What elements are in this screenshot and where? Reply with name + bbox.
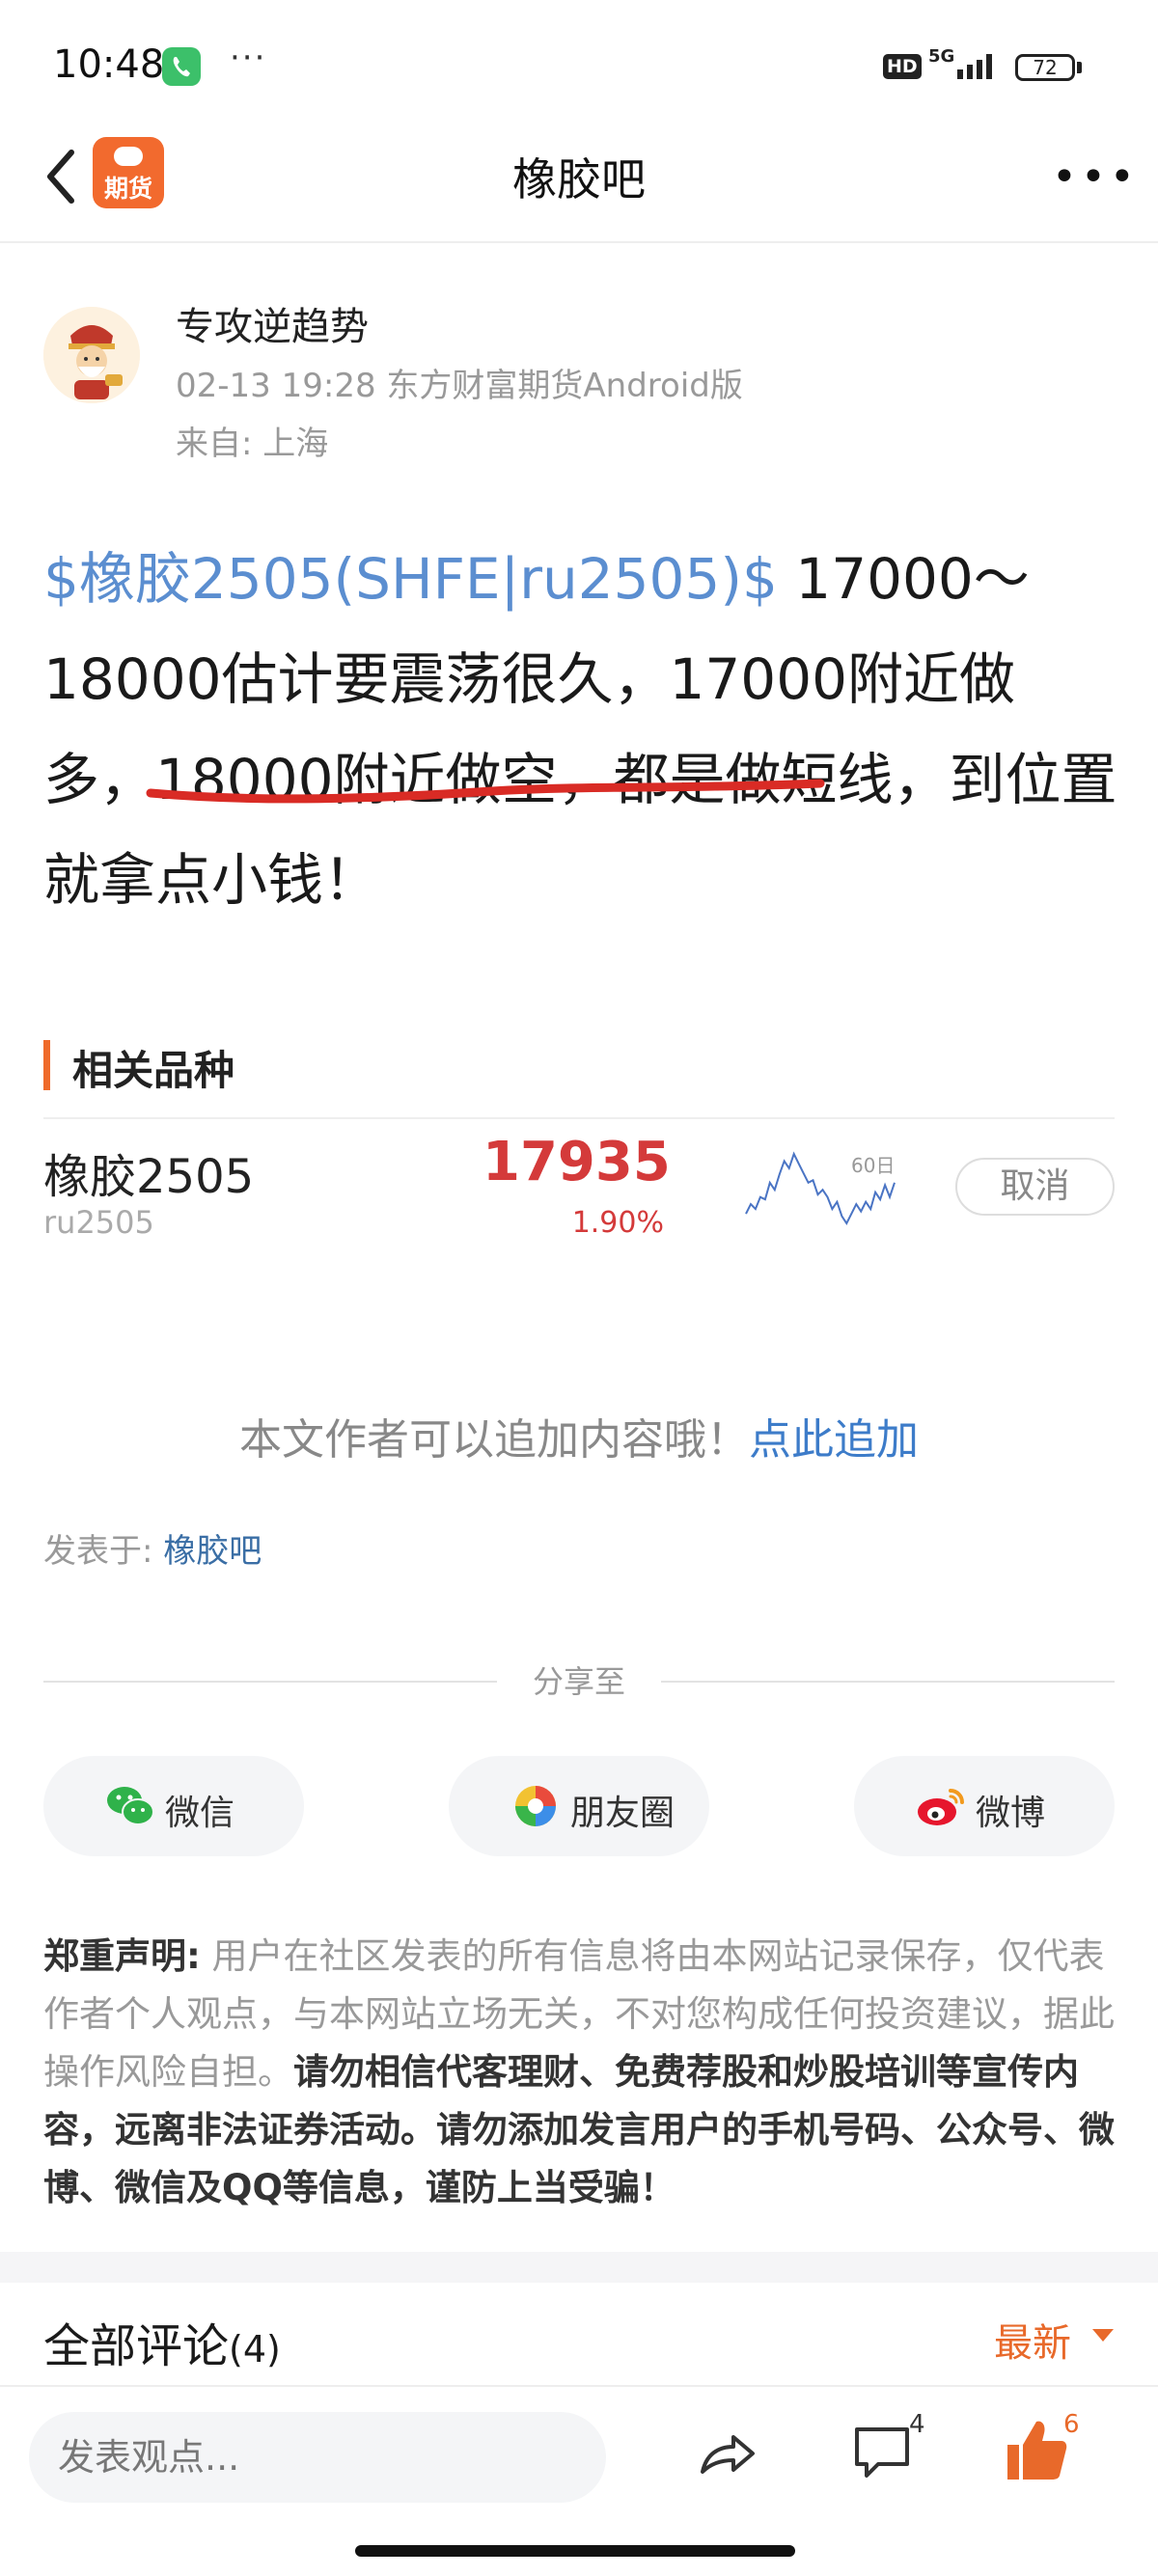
posted-in: 发表于: 橡胶吧 bbox=[43, 1524, 262, 1572]
instrument-price: 17935 bbox=[482, 1131, 671, 1193]
like-count: 6 bbox=[1063, 2410, 1080, 2439]
divider bbox=[0, 241, 1158, 243]
wechat-icon bbox=[105, 1783, 155, 1829]
comment-count: 4 bbox=[909, 2410, 925, 2439]
moments-icon bbox=[510, 1783, 561, 1829]
stock-tag-link[interactable]: $橡胶2505(SHFE|ru2505)$ bbox=[43, 546, 778, 612]
post-content: $橡胶2505(SHFE|ru2505)$ 17000～18000估计要震荡很久… bbox=[43, 529, 1119, 930]
network-type: 5G bbox=[928, 46, 955, 67]
forum-link[interactable]: 橡胶吧 bbox=[163, 1532, 262, 1571]
cancel-button[interactable]: 取消 bbox=[955, 1158, 1115, 1216]
comment-icon[interactable] bbox=[849, 2420, 915, 2485]
instrument-name[interactable]: 橡胶2505 bbox=[43, 1138, 254, 1206]
instrument-code: ru2505 bbox=[43, 1204, 154, 1241]
disclaimer: 郑重声明: 用户在社区发表的所有信息将由本网站记录保存，仅代表作者个人观点，与本… bbox=[43, 1928, 1119, 2217]
post-meta: 02-13 19:28 东方财富期货Android版 bbox=[176, 367, 743, 405]
comments-count: (4) bbox=[229, 2328, 281, 2370]
related-title: 相关品种 bbox=[72, 1047, 235, 1094]
comments-header: 全部评论(4) bbox=[43, 2308, 281, 2375]
instrument-change: 1.90% bbox=[571, 1206, 664, 1240]
status-more-dots: ··· bbox=[230, 39, 267, 77]
home-indicator bbox=[355, 2545, 795, 2557]
more-icon[interactable]: ••• bbox=[1052, 152, 1139, 202]
share-icon[interactable] bbox=[695, 2422, 758, 2485]
share-moments-button[interactable]: 朋友圈 bbox=[449, 1756, 709, 1856]
sparkline-period: 60日 bbox=[851, 1154, 896, 1177]
red-underline-mark bbox=[145, 760, 830, 808]
section-separator bbox=[0, 2252, 1158, 2283]
share-moments-label: 朋友圈 bbox=[570, 1794, 676, 1833]
comment-input[interactable]: 发表观点... bbox=[29, 2412, 606, 2503]
avatar[interactable] bbox=[43, 307, 140, 403]
status-time: 10:48 bbox=[53, 42, 165, 87]
append-prompt: 本文作者可以追加内容哦！点此追加 bbox=[0, 1405, 1158, 1466]
share-weibo-button[interactable]: 微博 bbox=[854, 1756, 1115, 1856]
share-wechat-button[interactable]: 微信 bbox=[43, 1756, 304, 1856]
posted-label: 发表于: bbox=[43, 1532, 164, 1571]
weibo-icon bbox=[916, 1783, 966, 1829]
caret-down-icon[interactable] bbox=[1092, 2329, 1114, 2342]
divider bbox=[43, 1117, 1115, 1119]
append-text: 本文作者可以追加内容哦！ bbox=[239, 1415, 749, 1465]
phone-call-icon bbox=[162, 47, 201, 86]
page-title: 橡胶吧 bbox=[512, 153, 646, 206]
share-wechat-label: 微信 bbox=[165, 1794, 235, 1833]
post-location: 来自: 上海 bbox=[176, 425, 329, 463]
author-name[interactable]: 专攻逆趋势 bbox=[176, 295, 369, 351]
share-label: 分享至 bbox=[532, 1663, 625, 1700]
signal-icon bbox=[955, 50, 1000, 81]
divider bbox=[0, 2385, 1158, 2387]
hd-badge: HD bbox=[883, 54, 922, 79]
battery-tip bbox=[1077, 62, 1082, 73]
battery-icon: 72 bbox=[1015, 54, 1075, 81]
sort-dropdown[interactable]: 最新 bbox=[994, 2312, 1071, 2368]
comments-title: 全部评论 bbox=[43, 2319, 230, 2373]
section-accent-bar bbox=[43, 1040, 50, 1090]
like-icon[interactable] bbox=[1002, 2412, 1069, 2485]
share-weibo-label: 微博 bbox=[976, 1794, 1046, 1833]
append-link[interactable]: 点此追加 bbox=[749, 1415, 919, 1465]
disclaimer-title: 郑重声明: bbox=[43, 1935, 201, 1977]
